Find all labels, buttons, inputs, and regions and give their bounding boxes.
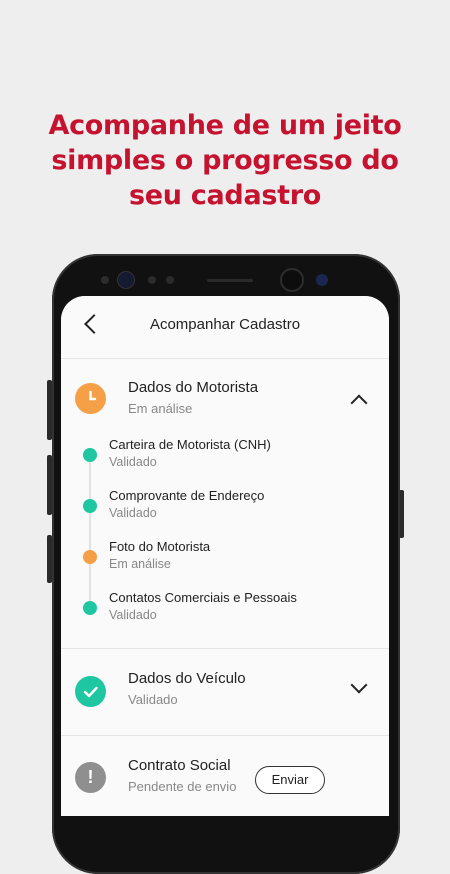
sensor-icon: [148, 276, 156, 284]
section-vehicle[interactable]: Dados do Veículo Validado: [61, 649, 389, 736]
speaker-grille: [207, 279, 253, 282]
headline-line-2: simples o progresso do: [51, 145, 399, 176]
front-camera-icon: [282, 270, 302, 290]
page-title: Acompanhar Cadastro: [149, 316, 301, 333]
status-dot-validated: [83, 448, 97, 462]
list-item-title: Foto do Motorista: [109, 539, 211, 554]
phone-screen: Acompanhar Cadastro Dados do Motorista E…: [61, 296, 389, 816]
section-title: Dados do Veículo: [128, 670, 246, 687]
status-dot-validated: [83, 601, 97, 615]
headline: Acompanhe de um jeito simples o progress…: [0, 108, 450, 213]
status-dot-pending: [83, 550, 97, 564]
list-item-title: Comprovante de Endereço: [109, 488, 265, 503]
status-dot-validated: [83, 499, 97, 513]
section-status: Em análise: [128, 401, 193, 416]
section-contract: ! Contrato Social Pendente de envio: [61, 736, 389, 816]
list-item-status: Validado: [109, 506, 157, 520]
sensor-icon: [166, 276, 174, 284]
headline-line-3: seu cadastro: [128, 180, 322, 211]
list-item-status: Validado: [109, 608, 157, 622]
list-item-title: Contatos Comerciais e Pessoais: [109, 590, 297, 605]
section-status: Validado: [128, 692, 178, 707]
chevron-down-icon[interactable]: [350, 676, 368, 694]
iris-scanner-icon: [118, 272, 134, 288]
section-title: Dados do Motorista: [128, 379, 259, 396]
exclamation-icon: !: [75, 762, 106, 793]
send-button[interactable]: Enviar: [255, 766, 325, 794]
chevron-up-icon[interactable]: [350, 394, 368, 412]
list-item-status: Validado: [109, 455, 157, 469]
list-item-title: Carteira de Motorista (CNH): [109, 437, 271, 452]
section-title: Contrato Social: [128, 757, 231, 774]
check-icon: [75, 676, 106, 707]
section-driver: Dados do Motorista Em análise Carteira d…: [61, 359, 389, 649]
headline-line-1: Acompanhe de um jeito: [48, 110, 402, 141]
sensor-icon: [101, 276, 109, 284]
clock-icon: [75, 383, 106, 414]
iris-scanner-icon: [316, 274, 328, 286]
timeline-line: [89, 449, 91, 609]
section-status: Pendente de envio: [128, 779, 237, 794]
app-bar: Acompanhar Cadastro: [61, 296, 389, 359]
list-item-status: Em análise: [109, 557, 171, 571]
